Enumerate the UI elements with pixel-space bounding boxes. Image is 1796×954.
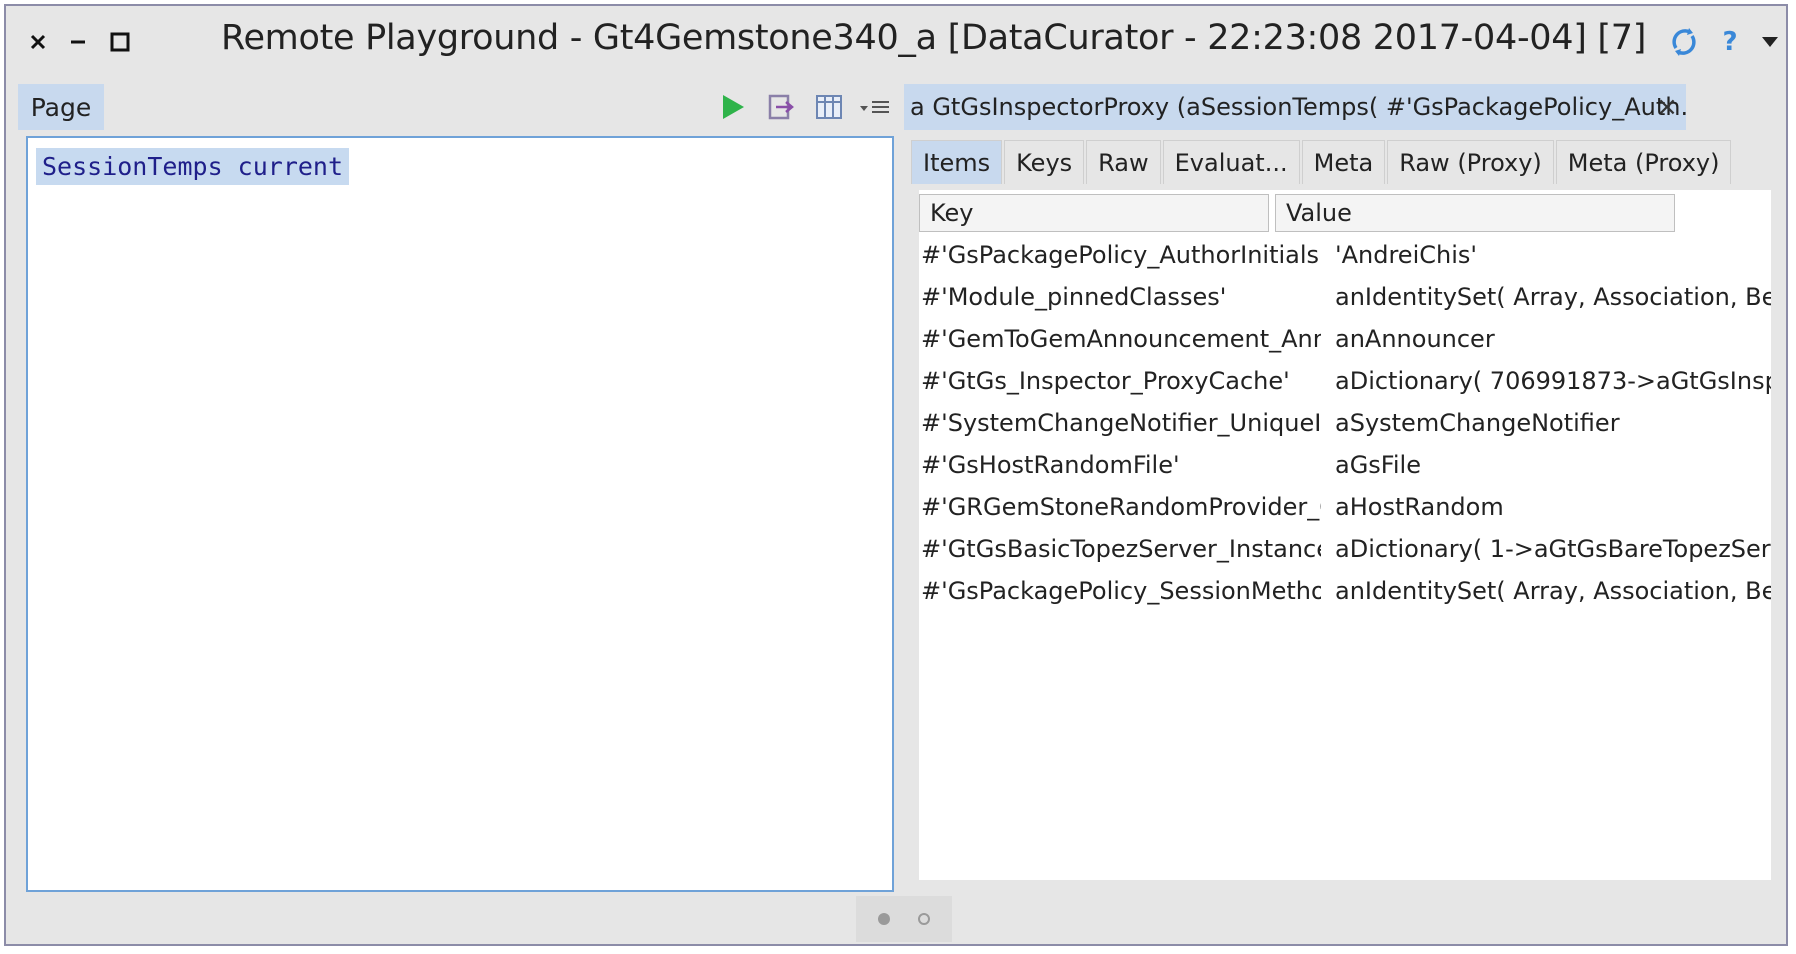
code-editor[interactable]: SessionTemps current [26,136,894,892]
tab-items[interactable]: Items [911,140,1003,184]
table-body: #'GsPackagePolicy_AuthorInitials' 'Andrei… [919,234,1771,612]
table-row[interactable]: #'GsPackagePolicy_SessionMethodD anIdenti… [919,570,1771,612]
table-row[interactable]: #'GemToGemAnnouncement_Annou anAnnouncer [919,318,1771,360]
cell-key: #'SystemChangeNotifier_UniqueInst [921,409,1321,437]
cell-key: #'GsPackagePolicy_SessionMethodD [921,577,1321,605]
cell-value: aDictionary( 706991873->aGtGsInspecto [1335,367,1771,395]
dropdown-menu-icon [860,101,889,113]
table-row[interactable]: #'GtGsBasicTopezServer_InstanceMa aDictio… [919,528,1771,570]
export-button[interactable] [764,90,798,124]
table-row[interactable]: #'GsPackagePolicy_AuthorInitials' 'Andrei… [919,234,1771,276]
export-icon [768,94,794,120]
cell-key: #'GtGs_Inspector_ProxyCache' [921,367,1290,395]
close-icon [30,34,46,50]
page-dot-1[interactable] [878,913,890,925]
cell-value: anIdentitySet( Array, Association, Behav [1335,577,1771,605]
sync-button[interactable] [1664,24,1704,60]
page-menu-button[interactable] [858,90,892,124]
tab-raw-proxy[interactable]: Raw (Proxy) [1387,140,1554,184]
cell-key: #'GemToGemAnnouncement_Annou [921,325,1321,353]
help-button[interactable]: ? [1714,24,1746,60]
minimize-icon [71,40,85,44]
items-table: Key Value #'GsPackagePolicy_AuthorInitia… [919,190,1771,880]
cell-key: #'GRGemStoneRandomProvider_GEN [921,493,1321,521]
tab-page[interactable]: Page [18,84,104,130]
cell-value: aGsFile [1335,451,1421,479]
code-selection[interactable]: SessionTemps current [36,148,350,185]
window-menu-button[interactable] [1754,24,1786,60]
table-header: Key Value [919,194,1771,234]
sync-icon [1672,28,1696,56]
window-title: Remote Playground - Gt4Gemstone340_a [Da… [221,18,1647,58]
maximize-icon [110,32,130,52]
tab-keys[interactable]: Keys [1004,140,1085,184]
table-row[interactable]: #'GsHostRandomFile' aGsFile [919,444,1771,486]
column-header-key[interactable]: Key [919,194,1269,232]
tab-inspector[interactable]: a GtGsInspectorProxy (aSessionTemps( #'G… [904,84,1686,130]
table-row[interactable]: #'SystemChangeNotifier_UniqueInst aSystem… [919,402,1771,444]
table-row[interactable]: #'GRGemStoneRandomProvider_GEN aHostRando… [919,486,1771,528]
minimize-window-button[interactable] [60,24,96,60]
inspector-view-tabs: Items Keys Raw Evaluat... Meta Raw (Proxy) Met… [911,140,1733,186]
tab-meta[interactable]: Meta [1301,140,1386,184]
tab-meta-proxy[interactable]: Meta (Proxy) [1555,140,1732,184]
page-indicator [856,896,952,942]
cell-key: #'Module_pinnedClasses' [921,283,1227,311]
maximize-window-button[interactable] [102,24,138,60]
cell-value: anAnnouncer [1335,325,1495,353]
tab-evaluat[interactable]: Evaluat... [1162,140,1300,184]
left-tab-bar: Page [18,84,900,130]
close-window-button[interactable] [20,24,56,60]
close-tab-button[interactable]: × [1652,84,1682,130]
cell-value: aDictionary( 1->aGtGsBareTopezServer) [1335,535,1771,563]
table-row[interactable]: #'GtGs_Inspector_ProxyCache' aDictionary(… [919,360,1771,402]
cell-value: 'AndreiChis' [1335,241,1477,269]
column-header-value[interactable]: Value [1275,194,1675,232]
cell-value: anIdentitySet( Array, Association, Behav [1335,283,1771,311]
columns-icon [816,95,842,119]
cell-key: #'GtGsBasicTopezServer_InstanceMa [921,535,1321,563]
inspector-tab-label: a GtGsInspectorProxy (aSessionTemps( #'G… [910,93,1686,121]
tab-raw[interactable]: Raw [1086,140,1161,184]
cell-key: #'GsHostRandomFile' [921,451,1180,479]
cell-value: aSystemChangeNotifier [1335,409,1620,437]
cell-value: aHostRandom [1335,493,1504,521]
chevron-down-icon [1762,37,1778,47]
cell-key: #'GsPackagePolicy_AuthorInitials' [921,241,1321,269]
playground-window: Remote Playground - Gt4Gemstone340_a [Da… [4,4,1788,946]
table-row[interactable]: #'Module_pinnedClasses' anIdentitySet( Ar… [919,276,1771,318]
play-icon [723,95,744,119]
columns-button[interactable] [812,90,846,124]
run-button[interactable] [716,90,750,124]
right-tab-bar: a GtGsInspectorProxy (aSessionTemps( #'G… [904,84,1784,130]
title-bar: Remote Playground - Gt4Gemstone340_a [Da… [6,6,1786,78]
page-dot-2[interactable] [918,913,930,925]
